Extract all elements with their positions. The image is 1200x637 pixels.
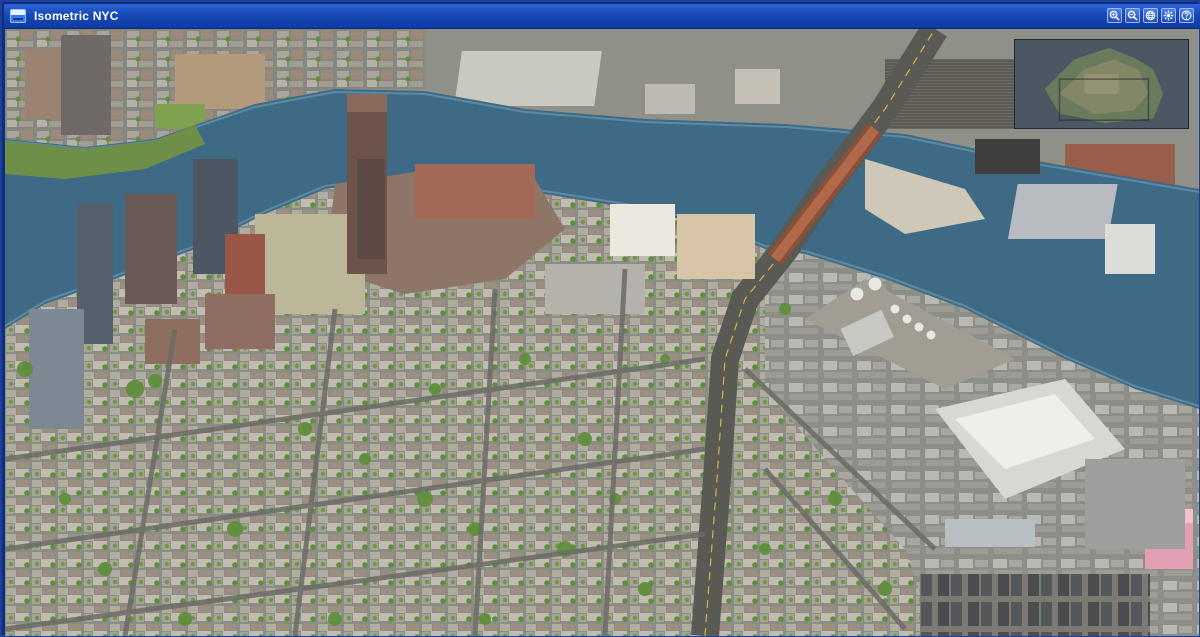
zoom-in-icon [1109,10,1120,21]
zoom-out-icon [1127,10,1138,21]
app-window: Isometric NYC [0,0,1200,637]
help-icon [1181,10,1192,21]
zoom-out-button[interactable] [1125,8,1140,23]
isometric-map[interactable] [5,29,1199,636]
minimap[interactable] [1014,39,1189,129]
settings-button[interactable] [1161,8,1176,23]
gear-icon [1163,10,1174,21]
globe-button[interactable] [1143,8,1158,23]
app-icon [10,9,26,23]
minimap-canvas [1015,40,1188,128]
zoom-in-button[interactable] [1107,8,1122,23]
window-title: Isometric NYC [34,9,119,23]
globe-icon [1145,10,1156,21]
title-bar: Isometric NYC [4,4,1200,29]
titlebar-controls [1107,8,1194,23]
help-button[interactable] [1179,8,1194,23]
